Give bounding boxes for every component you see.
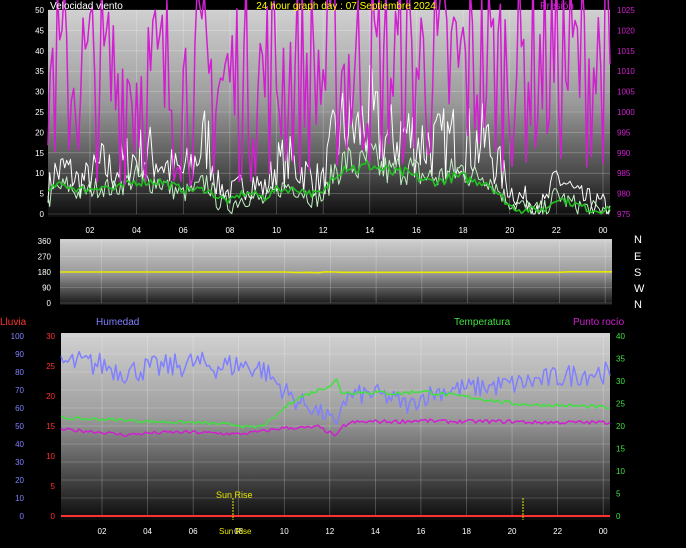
wind-hour-tick: 04 xyxy=(132,226,141,235)
compass-tick: S xyxy=(634,267,641,279)
pressure-tick: 995 xyxy=(617,128,631,137)
temperature-hour-tick: 10 xyxy=(280,527,289,536)
wind-speed-tick: 0 xyxy=(40,210,45,219)
pressure-tick: 980 xyxy=(617,190,631,199)
temperature-hour-tick: 22 xyxy=(553,527,562,536)
rain-axis-label: Lluvia xyxy=(0,317,27,328)
weather-chart-svg: 0510152025303540455097598098599099510001… xyxy=(0,0,645,536)
pressure-tick: 1025 xyxy=(617,6,635,15)
rain-tick: 15 xyxy=(46,422,55,431)
wind-speed-axis-label: Velocidad viento xyxy=(50,1,123,12)
temperature-tick: 0 xyxy=(616,512,621,521)
compass-tick: E xyxy=(634,251,641,263)
compass-tick: N xyxy=(634,299,642,311)
pressure-tick: 1005 xyxy=(617,88,635,97)
temperature-hour-tick: 14 xyxy=(371,527,380,536)
temperature-tick: 40 xyxy=(616,332,625,341)
compass-tick: W xyxy=(634,283,645,295)
humidity-tick: 20 xyxy=(15,476,24,485)
rain-tick: 10 xyxy=(46,452,55,461)
pressure-axis-label: Presión xyxy=(540,1,574,12)
wind-speed-tick: 15 xyxy=(35,149,44,158)
wind-hour-tick: 18 xyxy=(459,226,468,235)
temperature-tick: 10 xyxy=(616,467,625,476)
temperature-hour-tick: 02 xyxy=(98,527,107,536)
temperature-hour-tick: 20 xyxy=(508,527,517,536)
temperature-tick: 5 xyxy=(616,490,621,499)
dewpoint-axis-label: Punto rocío xyxy=(573,317,625,328)
rain-tick: 20 xyxy=(46,392,55,401)
humidity-tick: 80 xyxy=(15,368,24,377)
temperature-tick: 20 xyxy=(616,422,625,431)
weather-graph: 0 5 10 15 20 25 30 35 40 45 50 975 980 985 990 995 1000 1… xyxy=(0,0,686,543)
wind-speed-tick: 40 xyxy=(35,47,44,56)
pressure-tick: 1015 xyxy=(617,47,635,56)
temperature-tick: 15 xyxy=(616,445,625,454)
wind-hour-tick: 02 xyxy=(86,226,95,235)
wind-speed-tick: 10 xyxy=(35,169,44,178)
pressure-tick: 975 xyxy=(617,210,631,219)
wind-speed-tick: 5 xyxy=(40,190,45,199)
rain-tick: 25 xyxy=(46,362,55,371)
wind-hour-tick: 00 xyxy=(599,226,608,235)
temperature-hour-tick: 00 xyxy=(599,527,608,536)
pressure-tick: 1010 xyxy=(617,67,635,76)
wind-speed-tick: 50 xyxy=(35,6,44,15)
temperature-tick: 30 xyxy=(616,377,625,386)
humidity-tick: 50 xyxy=(15,422,24,431)
temperature-hour-tick: 12 xyxy=(325,527,334,536)
wind-speed-tick: 20 xyxy=(35,128,44,137)
humidity-axis-label: Humedad xyxy=(96,317,139,328)
rain-tick: 5 xyxy=(51,482,56,491)
humidity-tick: 70 xyxy=(15,386,24,395)
humidity-tick: 30 xyxy=(15,458,24,467)
humidity-tick: 90 xyxy=(15,350,24,359)
direction-degree-tick: 180 xyxy=(38,268,52,277)
temperature-hour-tick: 16 xyxy=(416,527,425,536)
temperature-tick: 25 xyxy=(616,400,625,409)
wind-hour-tick: 20 xyxy=(505,226,514,235)
wind-hour-tick: 14 xyxy=(365,226,374,235)
direction-degree-tick: 90 xyxy=(42,284,51,293)
rain-tick: 0 xyxy=(51,512,56,521)
wind-hour-tick: 16 xyxy=(412,226,421,235)
wind-direction-line xyxy=(60,270,612,274)
rain-tick: 30 xyxy=(46,332,55,341)
direction-degree-tick: 270 xyxy=(38,253,52,262)
temperature-tick: 35 xyxy=(616,355,625,364)
compass-tick: N xyxy=(634,234,642,246)
sunrise-label: Sun Rise xyxy=(216,490,253,500)
wind-hour-tick: 12 xyxy=(319,226,328,235)
humidity-tick: 60 xyxy=(15,404,24,413)
wind-speed-tick: 25 xyxy=(35,108,44,117)
chart-title: 24 hour graph day : 07 Septiembre 2024 xyxy=(256,1,436,12)
wind-speed-tick: 45 xyxy=(35,26,44,35)
direction-panel-series xyxy=(60,270,612,274)
temperature-hour-tick: 04 xyxy=(143,527,152,536)
wind-speed-tick: 30 xyxy=(35,88,44,97)
sunrise-axis-label: Sun Rise xyxy=(219,527,252,536)
temperature-hour-tick: 18 xyxy=(462,527,471,536)
direction-degree-tick: 0 xyxy=(47,299,52,308)
wind-hour-tick: 08 xyxy=(225,226,234,235)
pressure-tick: 990 xyxy=(617,149,631,158)
wind-hour-tick: 06 xyxy=(179,226,188,235)
pressure-tick: 985 xyxy=(617,169,631,178)
pressure-tick: 1020 xyxy=(617,26,635,35)
temperature-axis-label: Temperatura xyxy=(454,317,511,328)
humidity-tick: 40 xyxy=(15,440,24,449)
humidity-tick: 100 xyxy=(11,332,25,341)
pressure-tick: 1000 xyxy=(617,108,635,117)
humidity-tick: 10 xyxy=(15,494,24,503)
direction-degree-tick: 360 xyxy=(38,237,52,246)
humidity-tick: 0 xyxy=(20,512,25,521)
temperature-panel-background xyxy=(61,333,610,520)
wind-hour-tick: 22 xyxy=(552,226,561,235)
wind-speed-tick: 35 xyxy=(35,67,44,76)
temperature-hour-tick: 06 xyxy=(189,527,198,536)
wind-hour-tick: 10 xyxy=(272,226,281,235)
